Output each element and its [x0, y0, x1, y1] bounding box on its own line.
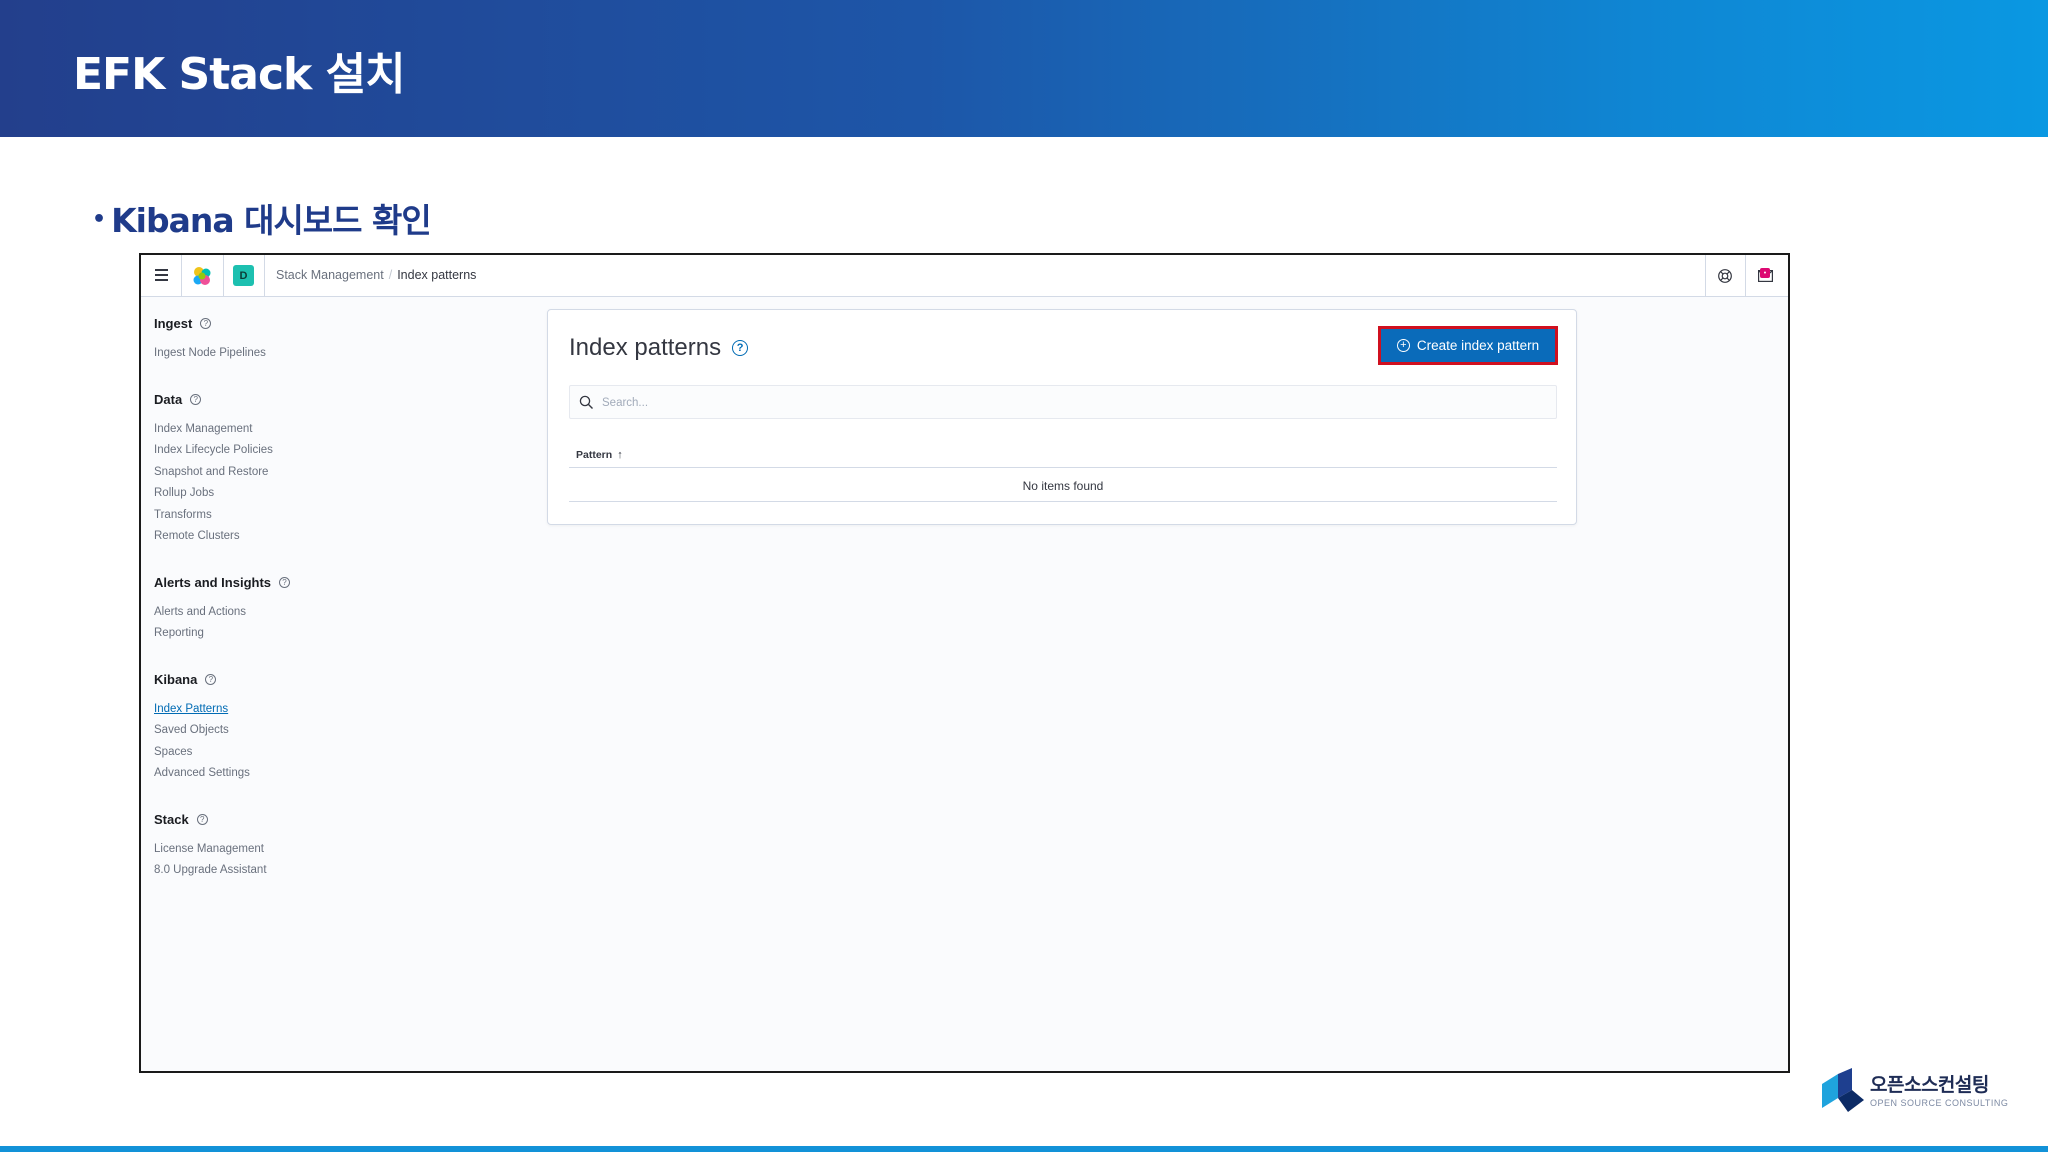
breadcrumb-index-patterns: Index patterns — [397, 268, 477, 282]
create-index-pattern-button[interactable]: + Create index pattern — [1378, 326, 1558, 365]
question-icon[interactable]: ? — [205, 673, 217, 685]
table-bottom-divider — [569, 501, 1557, 502]
company-logo: 오픈소스컨설팅 OPEN SOURCE CONSULTING — [1822, 1068, 2012, 1118]
sidebar-item-index-patterns[interactable]: Index Patterns — [154, 699, 414, 721]
plus-circle-icon: + — [1396, 339, 1410, 352]
nav-heading: Alerts and Insights? — [154, 574, 414, 591]
sidebar-item-snapshot-and-restore[interactable]: Snapshot and Restore — [154, 462, 414, 484]
nav-heading-label: Ingest — [154, 316, 193, 331]
question-icon[interactable]: ? — [196, 813, 208, 825]
kibana-top-bar: D Stack Management / Index patterns • — [141, 255, 1788, 297]
management-side-nav: Ingest? Ingest Node Pipelines Data? Inde… — [154, 315, 414, 908]
nav-group-alerts-and-insights: Alerts and Insights? Alerts and Actions … — [154, 574, 414, 645]
divider — [1705, 255, 1706, 297]
sidebar-item-advanced-settings[interactable]: Advanced Settings — [154, 763, 414, 785]
divider — [1745, 255, 1746, 297]
divider — [181, 255, 182, 297]
bullet-dot: • — [92, 207, 106, 232]
page-title-text: Index patterns — [569, 334, 722, 361]
index-patterns-panel: Index patterns ? + Create index pattern … — [547, 309, 1577, 525]
nav-heading-label: Stack — [154, 811, 189, 827]
breadcrumb-stack-management[interactable]: Stack Management — [276, 268, 384, 282]
pattern-column-label: Pattern — [576, 449, 613, 461]
nav-group-kibana: Kibana? Index Patterns Saved Objects Spa… — [154, 671, 414, 785]
breadcrumb-separator: / — [388, 268, 393, 282]
notification-badge: • — [1760, 268, 1770, 278]
company-logo-icon — [1822, 1068, 1864, 1112]
kibana-screenshot: D Stack Management / Index patterns • In… — [139, 253, 1790, 1073]
search-bar — [569, 385, 1557, 419]
breadcrumb: Stack Management / Index patterns — [276, 268, 476, 282]
slide-title: EFK Stack 설치 — [73, 49, 406, 100]
table-header-divider — [569, 467, 1557, 468]
nav-heading: Stack? — [154, 811, 414, 828]
question-icon[interactable]: ? — [200, 318, 212, 329]
sidebar-item-transforms[interactable]: Transforms — [154, 505, 414, 527]
help-icon[interactable]: ? — [732, 340, 749, 356]
divider — [264, 255, 265, 297]
pattern-column-header[interactable]: Pattern ↑ — [576, 449, 623, 461]
help-menu-icon[interactable] — [1714, 265, 1736, 287]
company-name-english: OPEN SOURCE CONSULTING — [1870, 1098, 2009, 1108]
slide-header: EFK Stack 설치 — [0, 0, 2048, 137]
sidebar-item-license-management[interactable]: License Management — [154, 839, 414, 861]
elastic-logo-icon[interactable] — [191, 265, 213, 287]
space-avatar[interactable]: D — [233, 265, 254, 286]
sidebar-item-remote-clusters[interactable]: Remote Clusters — [154, 526, 414, 548]
sidebar-item-rollup-jobs[interactable]: Rollup Jobs — [154, 483, 414, 505]
nav-heading: Data? — [154, 391, 414, 408]
search-input[interactable] — [602, 392, 1542, 414]
slide-bottom-bar — [0, 1146, 2048, 1152]
sidebar-item-ingest-node-pipelines[interactable]: Ingest Node Pipelines — [154, 343, 414, 365]
nav-heading-label: Kibana — [154, 671, 198, 687]
nav-heading-label: Data — [154, 391, 183, 407]
bullet-heading-text: Kibana 대시보드 확인 — [111, 201, 432, 240]
sidebar-item-index-management[interactable]: Index Management — [154, 419, 414, 441]
nav-group-ingest: Ingest? Ingest Node Pipelines — [154, 315, 414, 365]
nav-heading: Kibana? — [154, 671, 414, 688]
menu-icon[interactable] — [153, 266, 171, 284]
nav-heading: Ingest? — [154, 315, 414, 332]
sidebar-item-spaces[interactable]: Spaces — [154, 742, 414, 764]
nav-group-data: Data? Index Management Index Lifecycle P… — [154, 391, 414, 548]
page-title: Index patterns ? — [569, 334, 749, 362]
sidebar-item-index-lifecycle-policies[interactable]: Index Lifecycle Policies — [154, 440, 414, 462]
sidebar-item-reporting[interactable]: Reporting — [154, 623, 414, 645]
divider — [223, 255, 224, 297]
empty-table-message: No items found — [1022, 479, 1104, 493]
sort-ascending-icon: ↑ — [617, 449, 623, 461]
sidebar-item-alerts-and-actions[interactable]: Alerts and Actions — [154, 602, 414, 624]
sidebar-item-saved-objects[interactable]: Saved Objects — [154, 720, 414, 742]
nav-group-stack: Stack? License Management 8.0 Upgrade As… — [154, 811, 414, 882]
news-feed-icon[interactable]: • — [1754, 265, 1776, 287]
search-icon — [579, 395, 594, 410]
nav-heading-label: Alerts and Insights — [154, 574, 272, 590]
create-index-pattern-label: Create index pattern — [1416, 338, 1540, 353]
company-name-korean: 오픈소스컨설팅 — [1870, 1074, 1989, 1096]
sidebar-item-upgrade-assistant[interactable]: 8.0 Upgrade Assistant — [154, 860, 414, 882]
question-icon[interactable]: ? — [279, 576, 291, 588]
bullet-heading: • Kibana 대시보드 확인 — [92, 194, 432, 242]
question-icon[interactable]: ? — [190, 393, 202, 405]
